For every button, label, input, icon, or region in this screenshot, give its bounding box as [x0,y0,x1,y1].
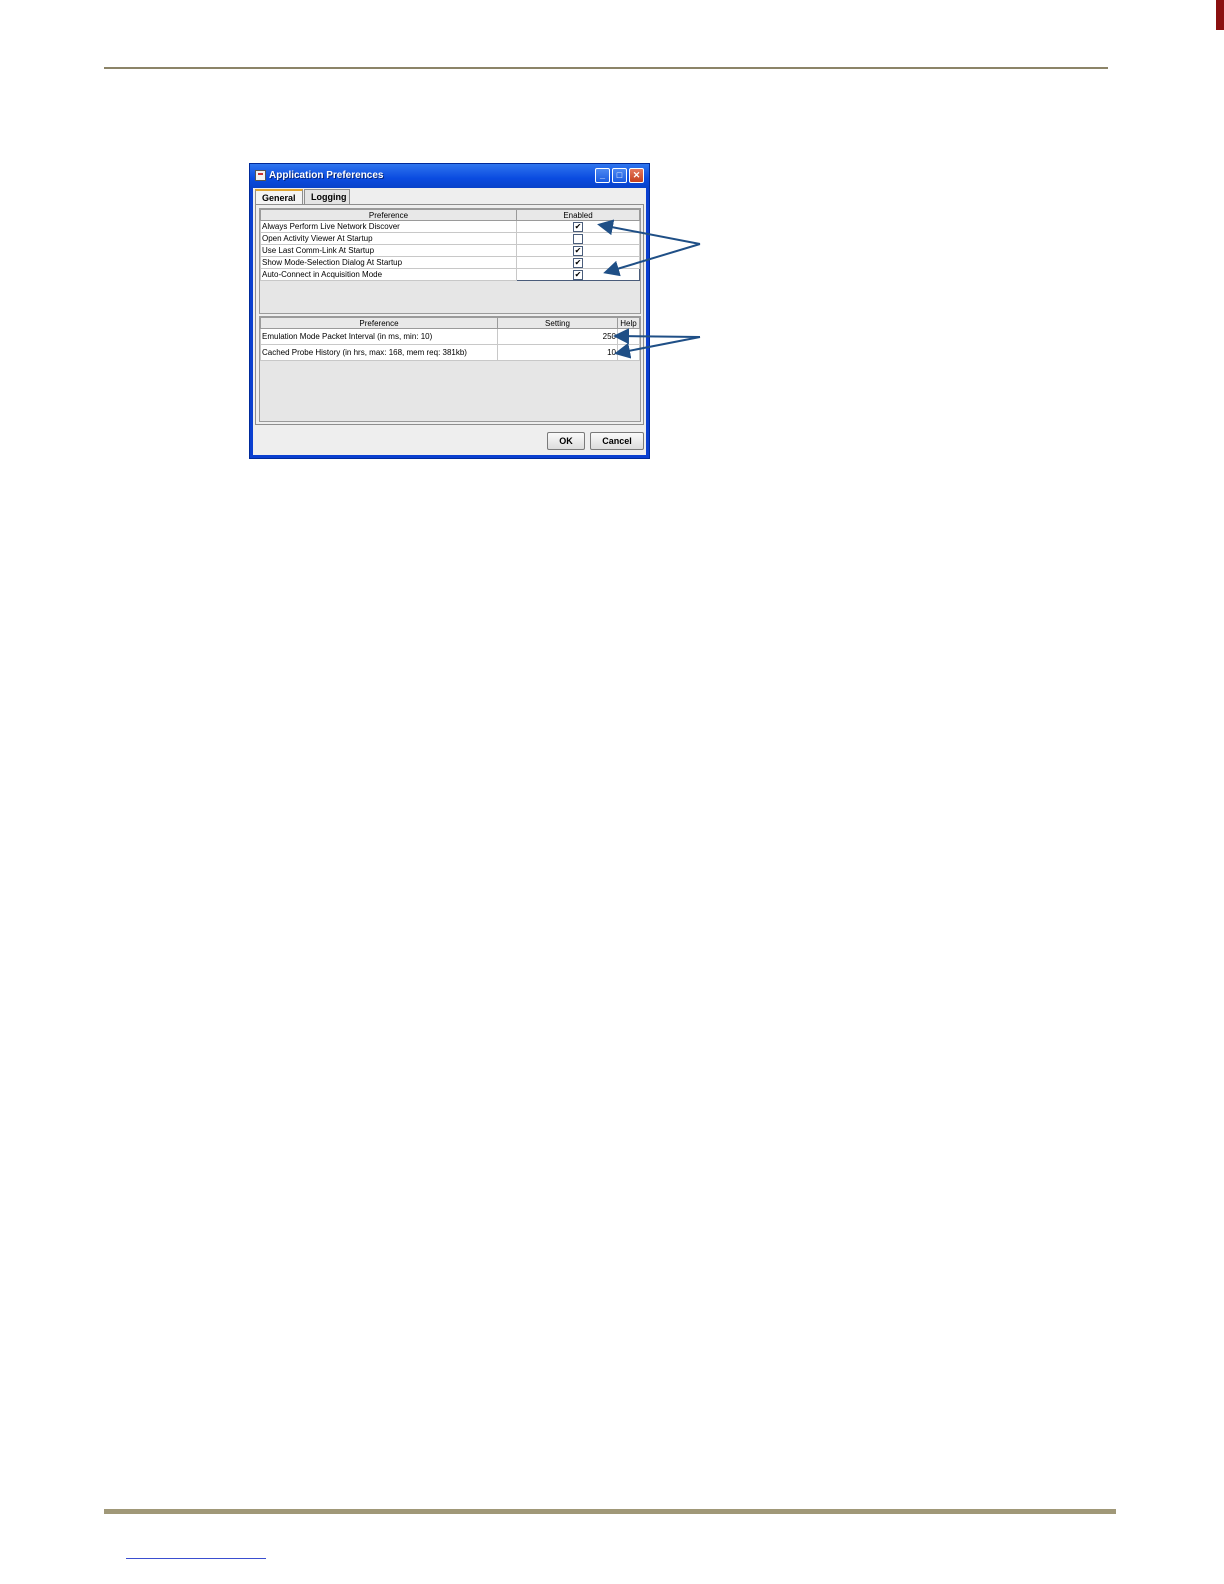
window-title: Application Preferences [269,170,384,181]
table-row[interactable]: Use Last Comm-Link At Startup ✔ [260,244,640,257]
table-row[interactable]: Open Activity Viewer At Startup [260,232,640,245]
enabled-checkbox[interactable]: ✔ [573,257,583,268]
setting-value[interactable]: 250 [497,328,618,345]
column-header-help[interactable]: Help [617,317,640,329]
setting-value[interactable]: 10 [497,344,618,361]
boolean-preferences-table: Preference Enabled Always Perform Live N… [259,208,641,314]
minimize-button[interactable]: _ [595,168,610,183]
table-row[interactable]: Auto-Connect in Acquisition Mode ✔ [260,268,640,281]
column-header-enabled[interactable]: Enabled [516,209,640,221]
preference-label: Emulation Mode Packet Interval (in ms, m… [260,328,498,345]
column-header-preference[interactable]: Preference [260,317,498,329]
general-panel: Preference Enabled Always Perform Live N… [255,204,644,425]
table-row[interactable]: Cached Probe History (in hrs, max: 168, … [260,344,640,361]
enabled-checkbox[interactable]: ✔ [573,269,583,280]
table-row[interactable]: Always Perform Live Network Discover ✔ [260,220,640,233]
column-header-preference[interactable]: Preference [260,209,517,221]
preference-label: Use Last Comm-Link At Startup [260,244,517,257]
preference-label: Always Perform Live Network Discover [260,220,517,233]
enabled-checkbox[interactable]: ✔ [573,221,583,232]
setting-preferences-table: Preference Setting Help Emulation Mode P… [259,316,641,422]
title-bar[interactable]: Application Preferences _ □ ✕ [250,164,649,188]
help-cell[interactable] [617,344,640,361]
preference-label: Show Mode-Selection Dialog At Startup [260,256,517,269]
close-button[interactable]: ✕ [629,168,644,183]
enabled-checkbox[interactable]: ✔ [573,245,583,256]
dialog-body: General Logging Preference Enabled Alway… [253,188,646,455]
cancel-button[interactable]: Cancel [590,432,644,450]
maximize-button[interactable]: □ [612,168,627,183]
help-cell[interactable] [617,328,640,345]
table-row[interactable]: Show Mode-Selection Dialog At Startup ✔ [260,256,640,269]
tab-logging[interactable]: Logging [304,189,350,204]
footer-link-underline[interactable] [126,1558,266,1559]
app-icon [255,170,266,181]
header-rule [104,67,1108,69]
ok-button[interactable]: OK [547,432,585,450]
enabled-checkbox[interactable] [573,233,583,244]
preference-label: Auto-Connect in Acquisition Mode [260,268,517,281]
page-corner-mark [1216,0,1224,30]
preference-label: Cached Probe History (in hrs, max: 168, … [260,344,498,361]
footer-rule [104,1509,1116,1514]
tab-general[interactable]: General [255,189,303,204]
preferences-dialog: Application Preferences _ □ ✕ General Lo… [249,163,650,459]
column-header-setting[interactable]: Setting [497,317,618,329]
table-row[interactable]: Emulation Mode Packet Interval (in ms, m… [260,328,640,345]
preference-label: Open Activity Viewer At Startup [260,232,517,245]
